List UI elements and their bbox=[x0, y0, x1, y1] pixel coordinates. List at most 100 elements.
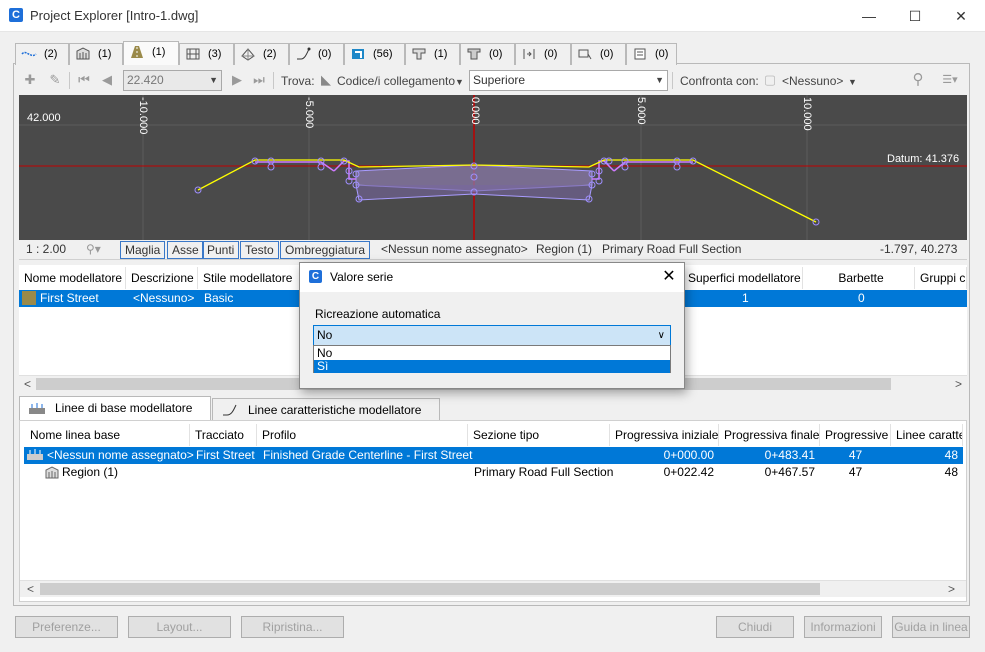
alignment-icon bbox=[21, 51, 37, 57]
column-header[interactable]: Nome modellatore bbox=[19, 267, 126, 289]
baseline-name: <Nessun nome assegnato> bbox=[381, 242, 528, 256]
restore-button[interactable]: Ripristina... bbox=[241, 616, 344, 638]
window-titlebar: C Project Explorer [Intro-1.dwg] — ☐ ✕ bbox=[0, 0, 985, 32]
horizontal-scrollbar[interactable]: < > bbox=[20, 580, 966, 597]
surface-combo[interactable]: Superiore ▼ bbox=[469, 70, 668, 91]
preferences-button[interactable]: Preferenze... bbox=[15, 616, 118, 638]
region-feature-lines: 48 bbox=[944, 465, 958, 479]
compare-combo[interactable]: <Nessuno> bbox=[782, 74, 843, 88]
text-toggle[interactable]: Testo bbox=[240, 241, 279, 259]
auto-rebuild-select[interactable]: No ∨ bbox=[313, 325, 671, 346]
column-header[interactable]: Tracciato bbox=[190, 424, 257, 446]
points-toggle[interactable]: Punti bbox=[202, 241, 240, 259]
corridor-icon bbox=[131, 46, 143, 58]
tab-assemblies[interactable]: (0) bbox=[571, 43, 626, 65]
window-title: Project Explorer [Intro-1.dwg] bbox=[30, 8, 199, 23]
tab-count: (1) bbox=[434, 48, 448, 60]
station-combo[interactable]: 22.420 ▼ bbox=[123, 70, 222, 91]
feature-line-icon bbox=[223, 404, 237, 416]
coordinates-readout: -1.797, 40.273 bbox=[880, 242, 958, 256]
dialog-close-button[interactable]: ✕ bbox=[658, 266, 680, 288]
tab-count: (0) bbox=[318, 48, 332, 60]
column-header[interactable]: Profilo bbox=[257, 424, 468, 446]
column-header[interactable]: Nome linea base bbox=[25, 424, 190, 446]
column-header[interactable]: Progressive bbox=[820, 424, 891, 446]
separator bbox=[69, 72, 70, 89]
column-header[interactable]: Progressiva iniziale bbox=[610, 424, 719, 446]
corridor-name: First Street bbox=[40, 291, 99, 305]
zoom-icon[interactable]: ⚲▾ bbox=[82, 241, 105, 259]
minimize-button[interactable]: — bbox=[846, 0, 892, 32]
surface-value: Superiore bbox=[473, 73, 526, 87]
dropdown-option[interactable]: No bbox=[314, 347, 670, 360]
column-header[interactable]: Linee caratte bbox=[891, 424, 963, 446]
tab-surfaces[interactable]: (2) bbox=[234, 43, 289, 65]
column-header[interactable]: Barbette bbox=[803, 267, 915, 289]
offset-tick-label: 0.000 bbox=[469, 97, 481, 125]
maximize-button[interactable]: ☐ bbox=[892, 0, 938, 32]
tab-parcels[interactable]: (0) bbox=[515, 43, 571, 65]
tab-pipe-networks[interactable]: (1) bbox=[405, 43, 460, 65]
corridor-surfaces: 1 bbox=[742, 291, 749, 305]
close-dialog-button[interactable]: Chiudi bbox=[716, 616, 794, 638]
remove-point-icon[interactable]: ✎ bbox=[47, 72, 63, 88]
tab-alignments[interactable]: (2) bbox=[15, 43, 69, 65]
scroll-thumb[interactable] bbox=[40, 583, 820, 595]
info-button[interactable]: Informazioni bbox=[804, 616, 882, 638]
tab-count: (0) bbox=[489, 48, 503, 60]
dialog-title: Valore serie bbox=[330, 270, 394, 284]
zoom-icon[interactable]: ⚲ bbox=[910, 72, 926, 88]
column-header[interactable]: Superfici modellatore bbox=[683, 267, 803, 289]
chevron-down-icon[interactable]: ▼ bbox=[848, 77, 857, 87]
scroll-right-icon[interactable]: > bbox=[955, 377, 962, 391]
previous-station-icon[interactable]: ◀ bbox=[99, 72, 115, 88]
code-combo[interactable]: Codice/i collegamento bbox=[337, 74, 455, 88]
mesh-toggle[interactable]: Maglia bbox=[120, 241, 166, 259]
column-header[interactable]: Descrizione bbox=[126, 267, 198, 289]
column-header[interactable]: Gruppi c bbox=[915, 267, 967, 289]
add-point-icon[interactable]: ✚ bbox=[22, 72, 38, 88]
compare-label: Confronta con: bbox=[680, 74, 759, 88]
layout-button[interactable]: Layout... bbox=[128, 616, 231, 638]
pipe-icon bbox=[352, 49, 364, 59]
region-assembly: Primary Road Full Section bbox=[474, 465, 614, 479]
shading-toggle[interactable]: Ombreggiatura bbox=[280, 241, 371, 259]
offset-tick-label: 5.000 bbox=[635, 97, 647, 125]
tab-profile-views[interactable]: (1) bbox=[69, 43, 123, 65]
surface-square-icon: ▢ bbox=[763, 72, 777, 87]
chevron-down-icon[interactable]: ▼ bbox=[455, 77, 464, 87]
axis-toggle[interactable]: Asse bbox=[167, 241, 204, 259]
scale-label[interactable]: 1 : 2.00 bbox=[22, 241, 70, 259]
scroll-left-icon[interactable]: < bbox=[27, 582, 34, 596]
baseline-profile: Finished Grade Centerline - First Street bbox=[263, 448, 473, 462]
tab-count: (1) bbox=[98, 48, 112, 60]
column-header[interactable]: Stile modellatore bbox=[198, 267, 300, 289]
column-header[interactable]: Progressiva finale bbox=[719, 424, 820, 446]
help-button[interactable]: Guida in linea bbox=[892, 616, 970, 638]
tab-sheets[interactable]: (0) bbox=[626, 43, 677, 65]
region-name: Region (1) bbox=[536, 242, 593, 256]
tab-pipes[interactable]: (56) bbox=[344, 43, 405, 65]
close-button[interactable]: ✕ bbox=[938, 0, 984, 32]
assembly-icon bbox=[578, 49, 592, 60]
scroll-left-icon[interactable]: < bbox=[24, 377, 31, 391]
baseline-feature-lines: 48 bbox=[944, 448, 958, 462]
dropdown-option[interactable]: Sì bbox=[314, 360, 670, 373]
baseline-start-station: 0+000.00 bbox=[663, 448, 714, 462]
region-end-station: 0+467.57 bbox=[764, 465, 815, 479]
tab-sample-lines[interactable]: (3) bbox=[179, 43, 234, 65]
next-station-icon[interactable]: ▶ bbox=[229, 72, 245, 88]
section-viewport[interactable]: 42.000 Datum: 41.376 -10.000 -5.000 0.00… bbox=[19, 95, 967, 240]
tab-feature-lines[interactable]: Linee caratteristiche modellatore (48) bbox=[212, 398, 440, 439]
corridor-boundaries: 0 bbox=[858, 291, 865, 305]
tab-feature-lines[interactable]: (0) bbox=[289, 43, 344, 65]
tab-corridors[interactable]: (1) bbox=[123, 41, 179, 65]
tab-pressure-networks[interactable]: (0) bbox=[460, 43, 515, 65]
scroll-right-icon[interactable]: > bbox=[948, 582, 955, 596]
last-station-icon[interactable]: ⏭ bbox=[251, 72, 267, 88]
tab-baselines[interactable]: Linee di base modellatore (1) bbox=[19, 396, 211, 437]
first-station-icon[interactable]: ⏮ bbox=[76, 72, 92, 88]
civil3d-logo-icon: C bbox=[9, 8, 23, 22]
view-options-icon[interactable]: ☰▾ bbox=[938, 72, 962, 88]
column-header[interactable]: Sezione tipo bbox=[468, 424, 610, 446]
